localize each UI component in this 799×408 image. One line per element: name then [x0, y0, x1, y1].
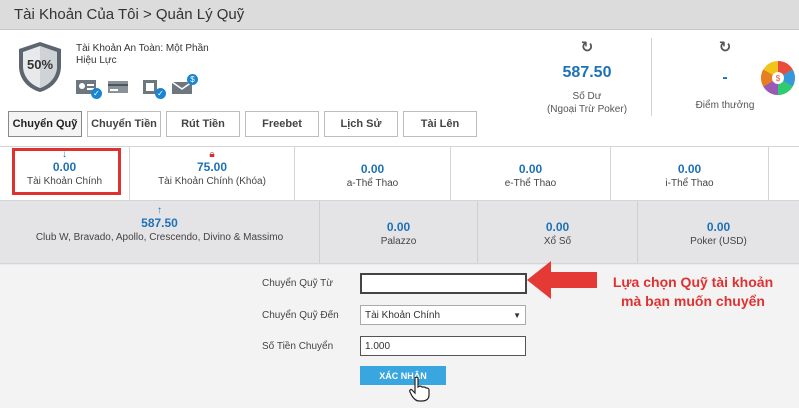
wallet-a-sports[interactable]: 0.00 a-Thể Thao [295, 147, 451, 200]
wallet-name: i-Thể Thao [665, 178, 714, 189]
to-select-value: Tài Khoản Chính [365, 309, 441, 321]
wallets-row-2: ↑ 587.50 Club W, Bravado, Apollo, Cresce… [0, 201, 799, 264]
amount-label: Số Tiền Chuyển [262, 341, 334, 352]
lucky-wheel-icon[interactable]: $ [760, 60, 796, 96]
confirm-button[interactable]: XÁC NHẬN [360, 366, 446, 385]
account-safety-status: Tài Khoản An Toàn: Một Phần Hiệu Lực [76, 43, 209, 67]
wallet-lottery[interactable]: 0.00 Xổ Số [478, 201, 638, 263]
to-label: Chuyển Quỹ Đến [262, 310, 339, 321]
balance-label-line-1: Số Dư [572, 91, 602, 102]
wallet-poker[interactable]: 0.00 Poker (USD) [638, 201, 799, 263]
from-label: Chuyển Quỹ Từ [262, 278, 333, 289]
divider [651, 38, 652, 116]
tab-transfer-fund[interactable]: Chuyển Quỹ [8, 111, 82, 137]
lock-icon: 🔒︎ [209, 149, 215, 160]
wallet-name: Palazzo [380, 236, 417, 247]
wallet-name: e-Thể Thao [504, 178, 557, 189]
points-block: ↻ - Điểm thưởng [683, 38, 767, 111]
hand-cursor-icon [409, 376, 430, 402]
tab-withdraw[interactable]: Rút Tiền [166, 111, 240, 137]
balance-block: ↻ 587.50 Số Dư (Ngoại Trừ Poker) [532, 38, 642, 116]
wallet-amount: 587.50 [141, 216, 178, 230]
dollar-badge-icon: $ [187, 74, 198, 85]
safety-percent: 50% [26, 57, 54, 72]
highlight-box [12, 148, 121, 195]
chevron-down-icon: ▼ [513, 310, 521, 320]
wallet-amount: 0.00 [518, 162, 543, 176]
from-select[interactable] [360, 273, 527, 294]
credit-card-icon[interactable] [107, 79, 131, 97]
wallet-amount: 0.00 [545, 220, 570, 234]
balance-label: Số Dư (Ngoại Trừ Poker) [532, 90, 642, 116]
svg-text:$: $ [776, 74, 781, 83]
id-card-icon[interactable]: ✓ [75, 79, 102, 99]
refresh-points-icon[interactable]: ↻ [683, 38, 767, 56]
tab-history[interactable]: Lịch Sử [324, 111, 398, 137]
wallet-e-sports[interactable]: 0.00 e-Thể Thao [451, 147, 611, 200]
wallet-amount: 0.00 [677, 162, 702, 176]
wallet-name: Poker (USD) [690, 236, 747, 247]
annotation-arrow-icon [527, 261, 597, 299]
fund-tabs: Chuyển Quỹ Chuyển Tiền Rút Tiền Freebet … [8, 111, 477, 137]
wallet-palazzo[interactable]: 0.00 Palazzo [320, 201, 478, 263]
wallet-club-w[interactable]: ↑ 587.50 Club W, Bravado, Apollo, Cresce… [0, 201, 320, 263]
wallet-i-sports[interactable]: 0.00 i-Thể Thao [611, 147, 769, 200]
verified-check-icon: ✓ [91, 88, 102, 99]
wallet-amount: 0.00 [386, 220, 411, 234]
account-summary: 50% Tài Khoản An Toàn: Một Phần Hiệu Lực… [0, 30, 799, 146]
up-arrow-icon: ↑ [157, 205, 162, 216]
wallet-name: a-Thể Thao [346, 178, 399, 189]
verified-check-icon: ✓ [155, 88, 166, 99]
balance-value: 587.50 [562, 64, 612, 81]
to-select[interactable]: Tài Khoản Chính ▼ [360, 305, 526, 325]
balance-label-line-2: (Ngoại Trừ Poker) [546, 104, 628, 115]
refresh-balance-icon[interactable]: ↻ [532, 38, 642, 56]
points-label: Điểm thưởng [695, 100, 755, 111]
wallet-main-locked[interactable]: 🔒︎ 75.00 Tài Khoản Chính (Khóa) [130, 147, 295, 200]
page-header: Tài Khoản Của Tôi > Quản Lý Quỹ [0, 0, 799, 30]
annotation-text: Lựa chọn Quỹ tài khoản mà bạn muốn chuyể… [598, 273, 788, 311]
wallet-name: Tài Khoản Chính (Khóa) [158, 176, 266, 187]
tab-freebet[interactable]: Freebet [245, 111, 319, 137]
safety-line-2: Hiệu Lực [76, 55, 117, 66]
breadcrumb: Tài Khoản Của Tôi > Quản Lý Quỹ [14, 6, 245, 23]
wallet-name: Club W, Bravado, Apollo, Crescendo, Divi… [35, 232, 284, 243]
phone-icon[interactable]: ✓ [139, 79, 166, 99]
safety-line-1: Tài Khoản An Toàn: Một Phần [76, 43, 209, 54]
email-icon[interactable]: $ [171, 74, 198, 97]
tab-upload[interactable]: Tài Lên [403, 111, 477, 137]
amount-input[interactable]: 1.000 [360, 336, 526, 356]
wallet-amount: 0.00 [360, 162, 385, 176]
annotation-line-2: mà bạn muốn chuyển [621, 293, 765, 309]
wallet-amount: 0.00 [706, 220, 731, 234]
points-value: - [722, 69, 728, 86]
verification-icons: ✓ ✓ $ [75, 74, 198, 99]
wallet-name: Xổ Số [543, 236, 572, 247]
wallet-amount: 75.00 [196, 160, 228, 174]
annotation-line-1: Lựa chọn Quỹ tài khoản [612, 274, 774, 290]
tab-send-money[interactable]: Chuyển Tiền [87, 111, 161, 137]
